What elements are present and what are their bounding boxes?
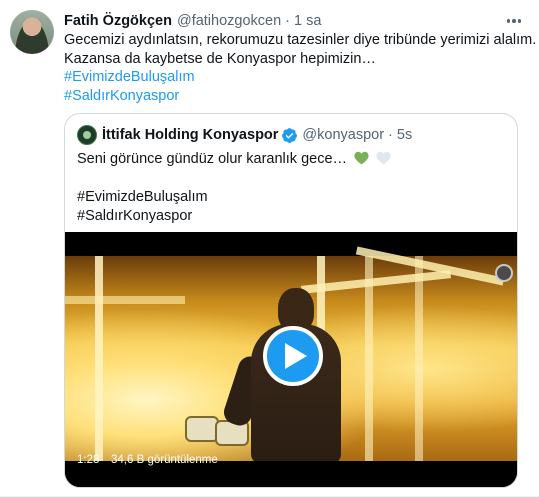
quoted-author-handle[interactable]: @konyaspor (302, 127, 384, 143)
separator-dot: · (388, 127, 393, 143)
video-player[interactable]: 1:28 34,6 B görüntülenme (65, 232, 517, 487)
quoted-hashtag[interactable]: #EvimizdeBuluşalım (77, 189, 208, 205)
timestamp[interactable]: 1 sa (294, 13, 321, 29)
author-handle[interactable]: @fatihozgokcen (177, 13, 281, 29)
video-view-count: 34,6 B görüntülenme (111, 454, 218, 466)
tweet-header: Fatih Özgökçen @fatihozgokcen · 1 sa (64, 11, 321, 31)
quoted-tweet-text: Seni görünce gündüz olur karanlık gece… … (77, 150, 391, 226)
quoted-author-name[interactable]: İttifak Holding Konyaspor (102, 127, 278, 143)
quoted-tweet-header: İttifak Holding Konyaspor @konyaspor · 5… (77, 124, 412, 146)
more-options-icon[interactable] (503, 10, 525, 32)
separator-dot: · (285, 13, 291, 29)
hashtag-link[interactable]: #EvimizdeBuluşalım (64, 69, 195, 85)
green-heart-icon (354, 151, 369, 165)
hashtag-link[interactable]: #SaldırKonyaspor (64, 88, 179, 104)
play-icon (284, 343, 307, 369)
tweet-text-line: Kazansa da kaybetse de Konyaspor hepimiz… (64, 50, 376, 67)
quoted-tweet[interactable]: İttifak Holding Konyaspor @konyaspor · 5… (64, 113, 518, 488)
quoted-hashtag[interactable]: #SaldırKonyaspor (77, 208, 192, 224)
tweet-text-line: Gecemizi aydınlatsın, rekorumuzu tazesin… (64, 32, 537, 48)
quoted-timestamp[interactable]: 5s (397, 127, 412, 143)
play-button[interactable] (263, 326, 323, 386)
verified-badge-icon (282, 127, 298, 143)
club-logo-watermark-icon (495, 264, 513, 282)
tweet[interactable]: Fatih Özgökçen @fatihozgokcen · 1 sa Gec… (0, 0, 539, 497)
author-name[interactable]: Fatih Özgökçen (64, 13, 172, 29)
quoted-text-line: Seni görünce gündüz olur karanlık gece… (77, 151, 348, 167)
quoted-avatar[interactable] (77, 125, 97, 145)
avatar[interactable] (10, 10, 54, 54)
tweet-text: Gecemizi aydınlatsın, rekorumuzu tazesin… (64, 31, 537, 105)
video-duration: 1:28 (77, 454, 100, 466)
white-heart-icon (376, 151, 391, 165)
